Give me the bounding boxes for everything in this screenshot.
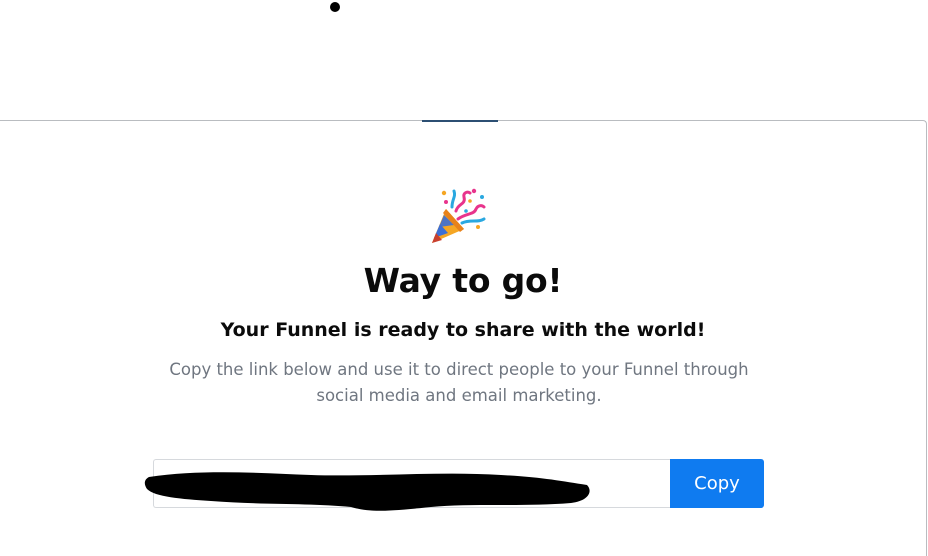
modal-subtitle: Your Funnel is ready to share with the w…: [220, 319, 706, 341]
share-link-input[interactable]: [153, 459, 670, 508]
modal-top-accent: [422, 120, 498, 122]
cursor-dot: [330, 2, 340, 12]
page: Way to go! Your Funnel is ready to share…: [0, 0, 928, 556]
copy-button[interactable]: Copy: [670, 459, 764, 508]
modal-description: Copy the link below and use it to direct…: [169, 360, 749, 405]
share-link-row: Copy: [144, 459, 765, 511]
party-popper-icon: [432, 188, 486, 243]
modal-title: Way to go!: [363, 261, 563, 300]
background-page-area: [0, 0, 928, 121]
share-funnel-modal: Way to go! Your Funnel is ready to share…: [0, 120, 927, 556]
